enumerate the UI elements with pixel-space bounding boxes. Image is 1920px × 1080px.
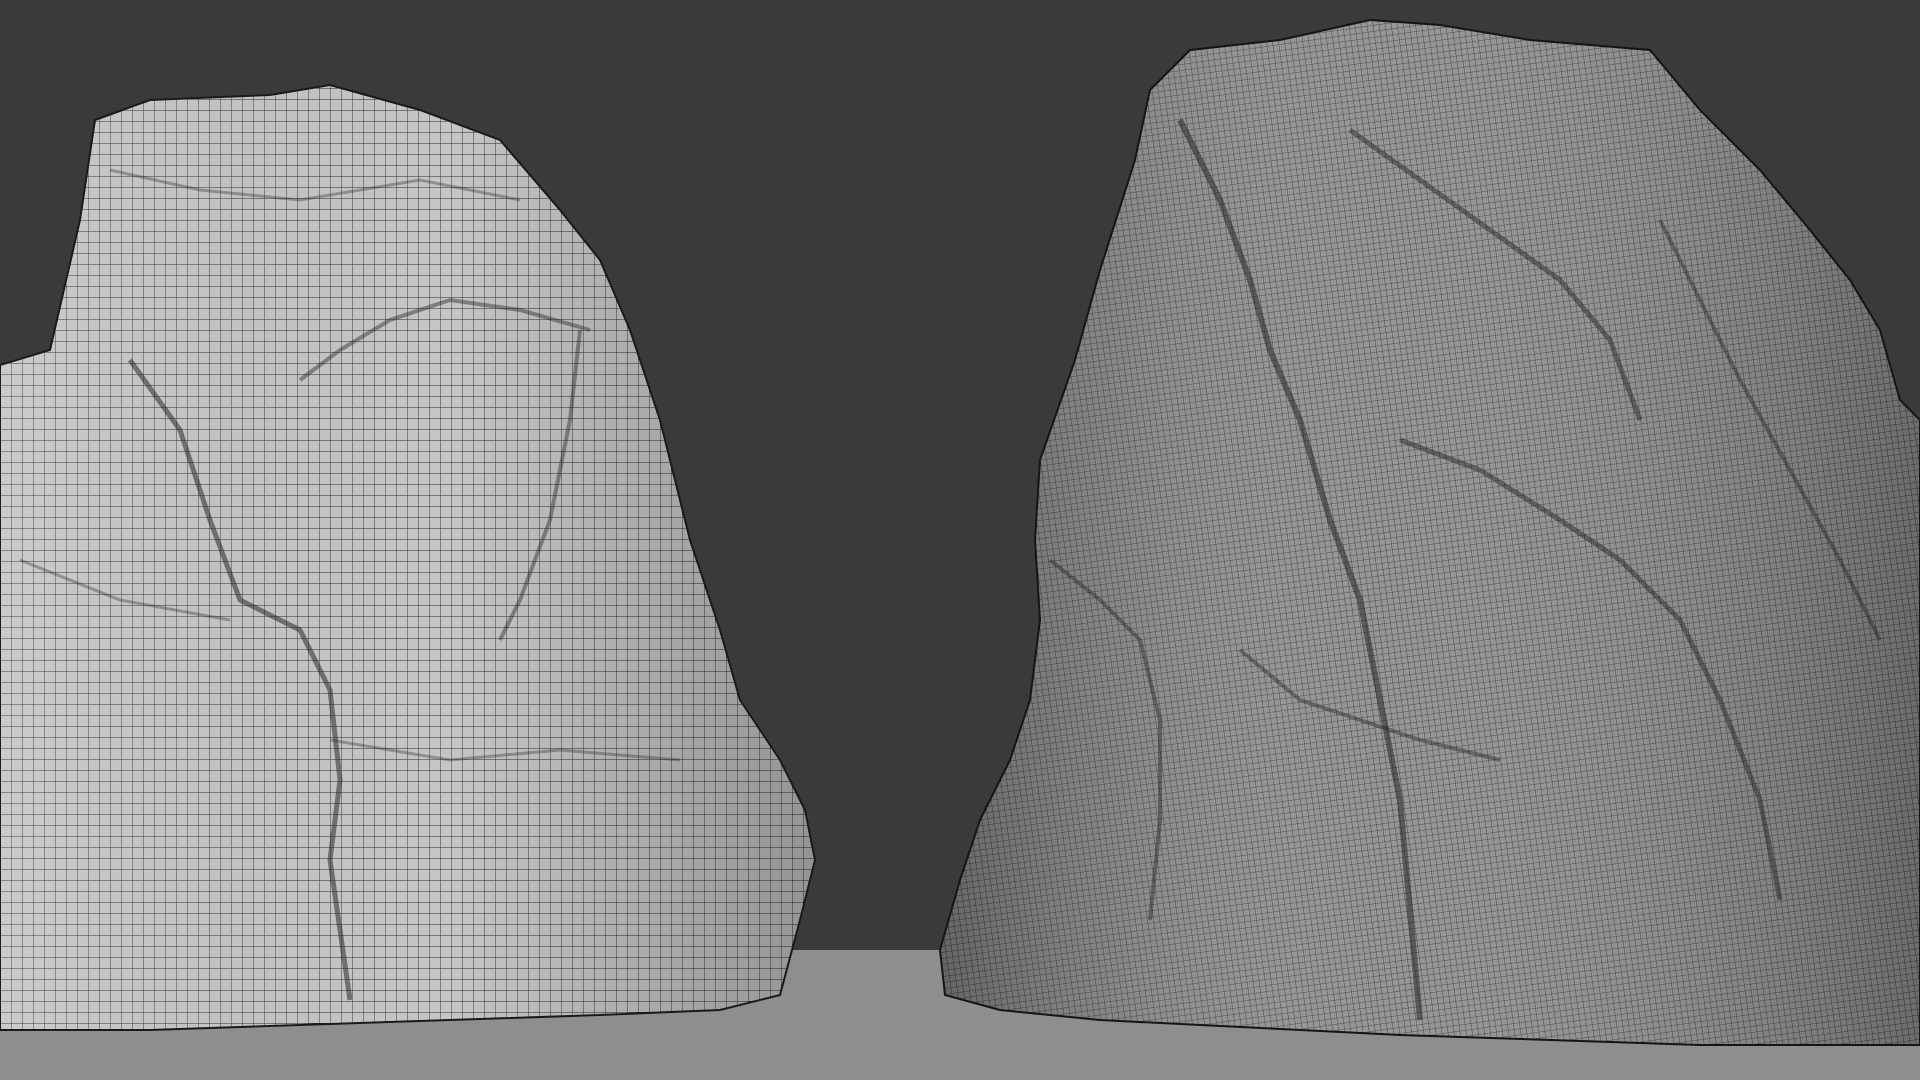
viewport-scene bbox=[0, 0, 1920, 1080]
3d-viewport[interactable] bbox=[0, 0, 1920, 1080]
